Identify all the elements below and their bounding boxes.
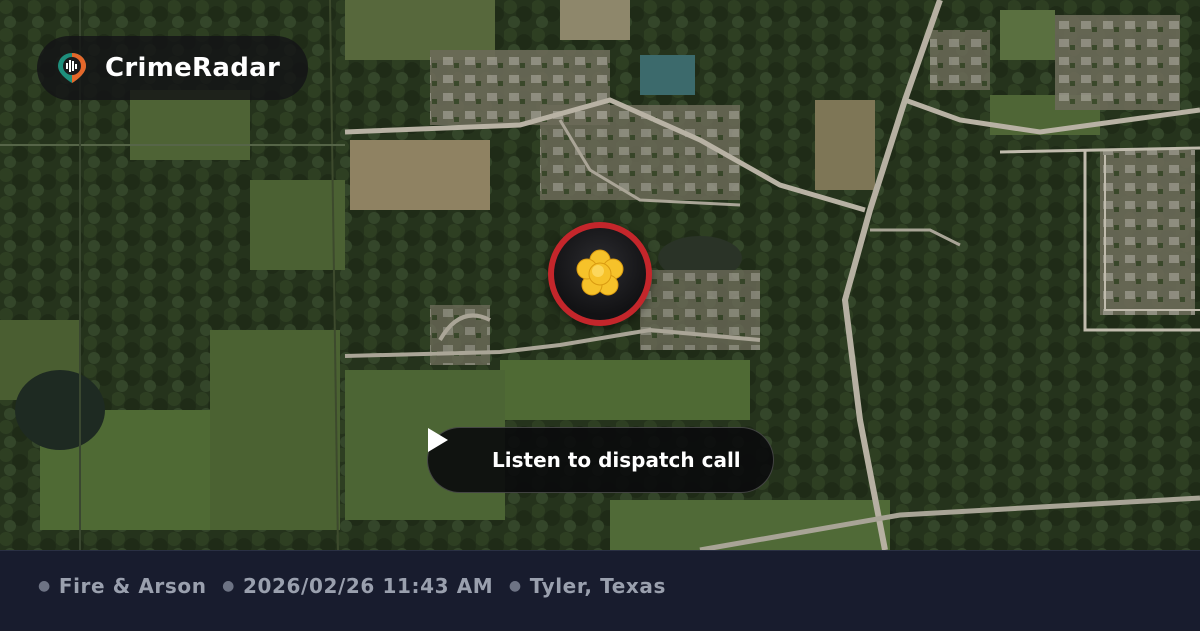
- brand-name: CrimeRadar: [105, 53, 281, 83]
- listen-dispatch-label: Listen to dispatch call: [492, 448, 741, 472]
- brand-pill[interactable]: CrimeRadar: [37, 36, 308, 100]
- incident-location: Tyler, Texas: [529, 574, 666, 598]
- separator-dot: ●: [222, 578, 235, 594]
- incident-meta: ● Fire & Arson ● 2026/02/26 11:43 AM ● Tyle…: [38, 551, 666, 631]
- fire-arson-icon: [576, 249, 624, 296]
- incident-footer: ● Fire & Arson ● 2026/02/26 11:43 AM ● Tyle…: [0, 550, 1200, 630]
- incident-datetime: 2026/02/26 11:43 AM: [242, 574, 494, 598]
- separator-dot: ●: [508, 578, 522, 594]
- crimeradar-location-pin-icon: [55, 51, 89, 85]
- satellite-map[interactable]: CrimeRadar Listen to dispatch call: [0, 0, 1200, 550]
- play-icon: [428, 428, 448, 452]
- incident-marker[interactable]: [548, 222, 652, 326]
- incident-marker-core: [554, 228, 646, 320]
- listen-dispatch-button[interactable]: Listen to dispatch call: [427, 427, 774, 493]
- incident-category: Fire & Arson: [58, 574, 207, 598]
- separator-dot: ●: [38, 578, 51, 594]
